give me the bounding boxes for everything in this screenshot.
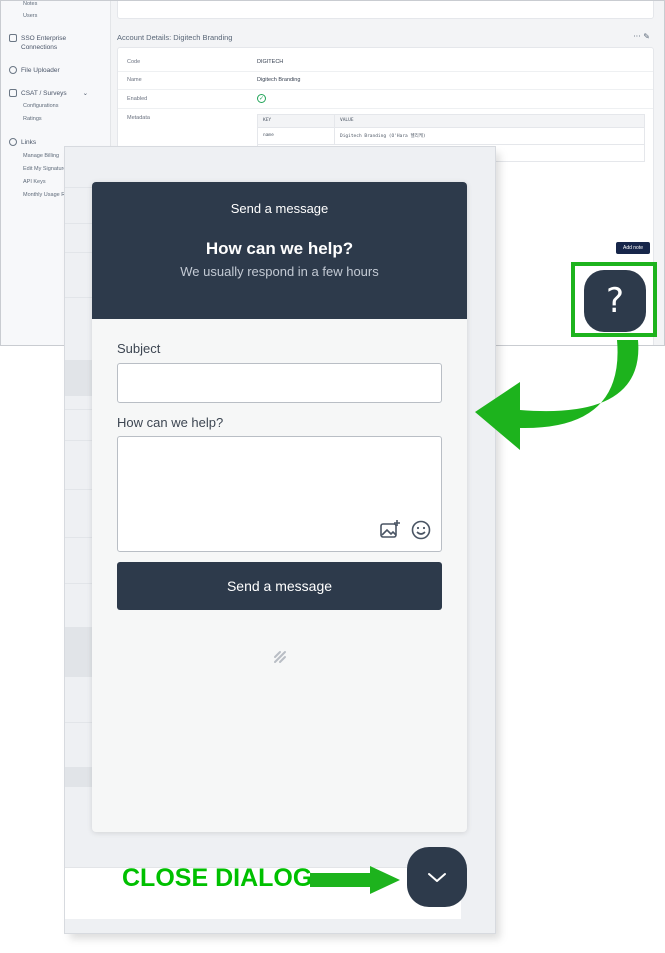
check-circle-icon: ✓: [257, 94, 266, 103]
close-dialog-button[interactable]: [407, 847, 467, 907]
detail-label: Code: [127, 59, 141, 65]
metadata-key: name: [263, 133, 274, 138]
metadata-header-key: KEY: [263, 118, 272, 123]
sidebar-item-users[interactable]: Users: [23, 13, 37, 19]
send-message-button[interactable]: Send a message: [117, 562, 442, 610]
sidebar-item-api-keys[interactable]: API Keys: [23, 179, 46, 185]
sidebar-item-sso[interactable]: SSO Enterprise Connections: [9, 34, 79, 52]
widget-header: Send a message How can we help? We usual…: [92, 182, 467, 319]
subject-label: Subject: [117, 341, 161, 356]
survey-icon: [9, 89, 17, 97]
detail-row-code: Code DIGITECH: [118, 53, 653, 72]
sidebar-item-label: CSAT / Surveys: [21, 90, 67, 97]
widget-top-title: Send a message: [230, 201, 329, 216]
sidebar-item-notes[interactable]: Notes: [23, 1, 37, 7]
sidebar-item-configurations[interactable]: Configurations: [23, 103, 58, 109]
metadata-header-value: VALUE: [340, 118, 354, 123]
detail-label: Enabled: [127, 96, 148, 102]
message-label: How can we help?: [117, 415, 224, 430]
sidebar-item-label: SSO Enterprise Connections: [21, 35, 67, 51]
detail-row-name: Name Digitech Branding: [118, 71, 653, 90]
chevron-down-icon: [428, 873, 446, 882]
upload-icon: [9, 66, 17, 74]
add-image-icon[interactable]: [379, 519, 401, 541]
emoji-icon[interactable]: [410, 519, 432, 541]
widget-subheading: We usually respond in a few hours: [180, 264, 379, 279]
close-dialog-annotation: CLOSE DIALOG: [122, 864, 313, 892]
helpscout-logo-icon: [274, 651, 286, 663]
sidebar-item-label: Links: [21, 139, 37, 146]
highlight-box: [571, 262, 657, 337]
sidebar-item-label: File Uploader: [21, 67, 60, 74]
link-icon: [9, 138, 17, 146]
metadata-row: name Digitech Branding (O'Hara 헬리케): [258, 128, 644, 145]
section-title: Account Details: Digitech Branding: [117, 33, 233, 42]
detail-label: Name: [127, 77, 142, 83]
sidebar-item-links[interactable]: Links: [9, 138, 36, 147]
top-card: [117, 1, 654, 19]
metadata-header: KEY VALUE: [258, 115, 644, 128]
widget-heading: How can we help?: [205, 239, 354, 258]
sso-icon: [9, 34, 17, 42]
sidebar-item-file-uploader[interactable]: File Uploader: [9, 66, 60, 75]
sidebar-item-ratings[interactable]: Ratings: [23, 116, 42, 122]
sidebar-item-billing[interactable]: Manage Billing: [23, 153, 59, 159]
detail-label: Metadata: [127, 115, 150, 121]
add-note-button[interactable]: Add note: [616, 242, 650, 254]
subject-input[interactable]: [117, 363, 442, 403]
detail-value: Digitech Branding: [257, 77, 301, 83]
detail-row-enabled: Enabled ✓: [118, 90, 653, 109]
detail-value: DIGITECH: [257, 59, 284, 65]
window-left-strip: [65, 147, 93, 933]
help-widget: Send a message How can we help? We usual…: [92, 182, 467, 832]
section-actions[interactable]: ··· ✎: [633, 32, 650, 41]
sidebar-item-csat[interactable]: CSAT / Surveys ⌄: [9, 89, 88, 98]
chevron-down-icon: ⌄: [82, 89, 89, 97]
metadata-value: Digitech Branding (O'Hara 헬리케): [340, 134, 426, 139]
sidebar-item-signature[interactable]: Edit My Signature: [23, 166, 66, 172]
